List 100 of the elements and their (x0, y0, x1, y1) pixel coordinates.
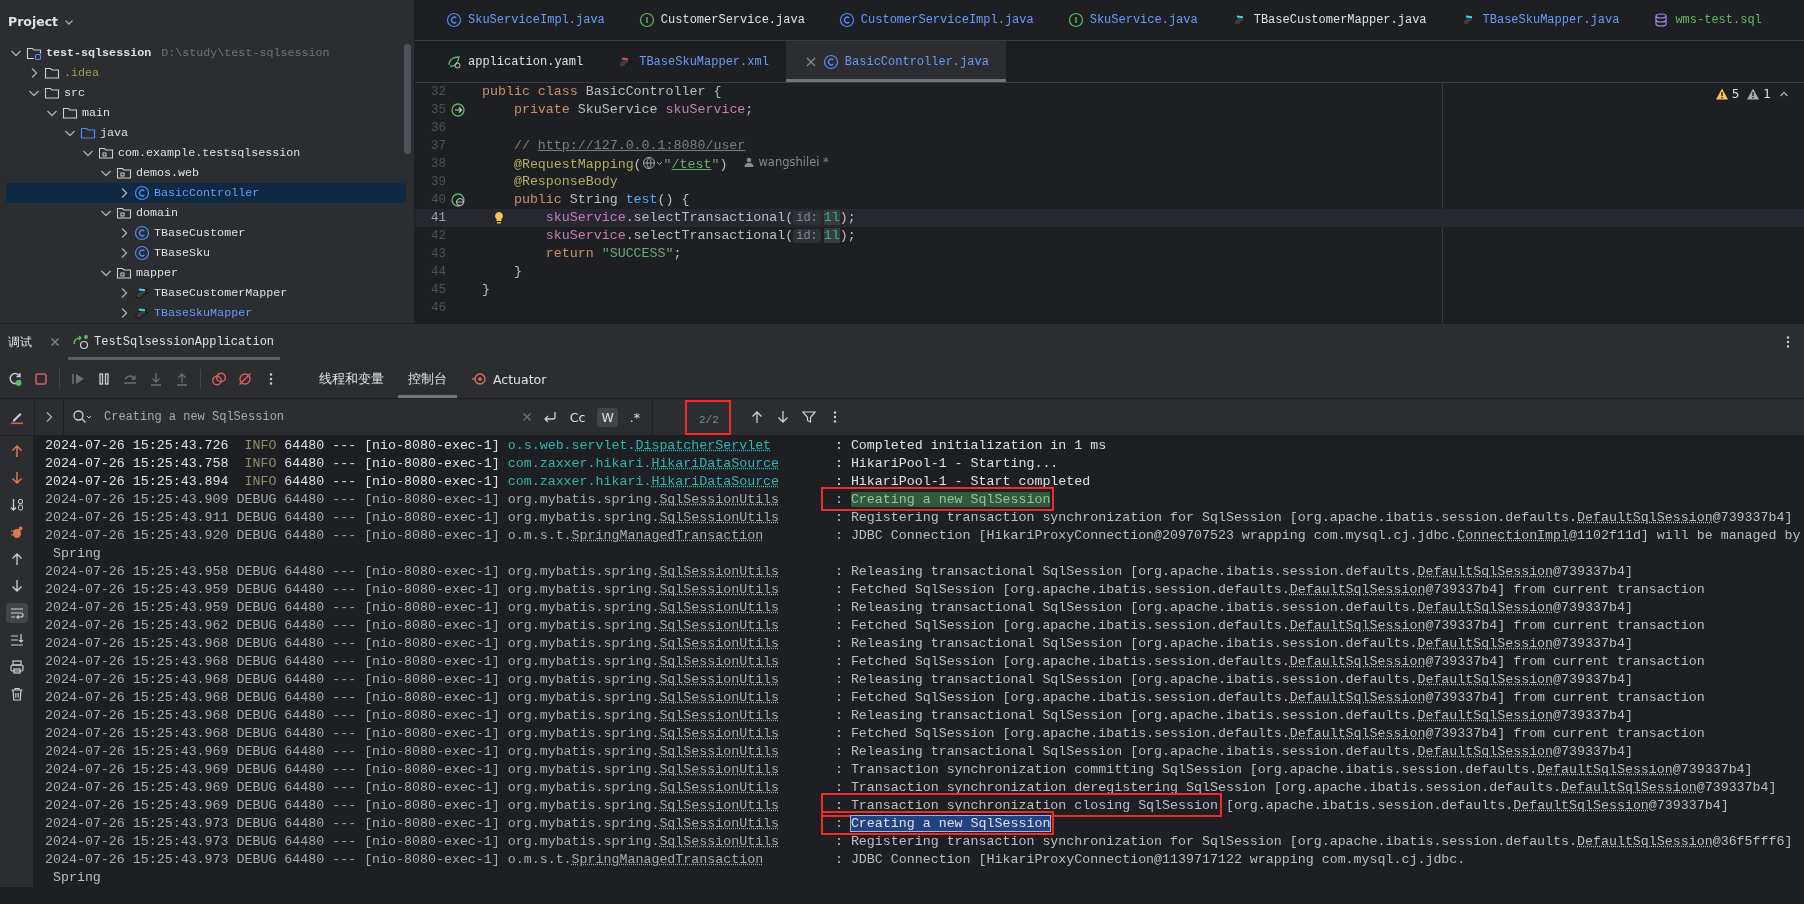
log-message: : Fetched SqlSession [org.apache.ibatis.session.defaults.DefaultSqlSession@739337b4] from current transaction (834, 581, 1705, 599)
folder-icon (44, 85, 60, 101)
class-icon (822, 53, 839, 70)
log-separator: --- (332, 527, 358, 545)
log-level: DEBUG (236, 779, 277, 797)
editor-tab[interactable]: CustomerServiceImpl.java (821, 0, 1051, 40)
view-tab[interactable]: 控制台 (398, 360, 457, 398)
editor-tab[interactable]: TBaseSkuMapper.java (1443, 0, 1637, 40)
editor-tab[interactable]: SkuService.java (1050, 0, 1215, 40)
bean-icon[interactable] (450, 102, 466, 118)
process-id: 64480 (284, 509, 326, 527)
stop-icon[interactable] (33, 371, 49, 387)
editor-tab[interactable]: TBaseSkuMapper.xml (600, 41, 786, 82)
tree-item[interactable]: java (6, 123, 406, 143)
session-tab[interactable]: TestSqlsessionApplication (68, 324, 281, 360)
project-path: D:\study\test-sqlsession (161, 46, 330, 60)
log-level: DEBUG (236, 671, 277, 689)
log-level: DEBUG (236, 689, 277, 707)
view-tab[interactable]: Actuator (461, 360, 557, 398)
search-field[interactable]: Creating a new SqlSession (104, 410, 512, 424)
search-option[interactable]: W (597, 407, 618, 427)
tree-item[interactable]: mapper (6, 263, 406, 283)
log-separator: --- (332, 455, 358, 473)
line-number: 41 (430, 211, 446, 225)
search-option[interactable]: .* (625, 407, 644, 427)
log-separator: --- (332, 743, 358, 761)
tree-item[interactable]: TBaseSkuMapper (6, 303, 406, 323)
log-separator: --- (332, 599, 358, 617)
thread-name: [nio-8080-exec-1] (364, 671, 501, 689)
tree-item[interactable]: demos.web (6, 163, 406, 183)
tree-item[interactable]: com.example.testsqlsession (6, 143, 406, 163)
thread-name: [nio-8080-exec-1] (364, 509, 501, 527)
log-message: : Registering transaction synchronization for SqlSession [org.apache.ibatis.session.defaults.DefaultSqlSession@36f5fff6] (834, 833, 1793, 851)
process-id: 64480 (284, 797, 326, 815)
log-message: Spring (52, 869, 101, 887)
editor-tab[interactable]: application.yaml (429, 41, 601, 82)
rerun-icon[interactable] (7, 371, 23, 387)
search-icon[interactable] (72, 409, 92, 425)
soft-wrap-icon[interactable] (5, 603, 28, 623)
pause-icon[interactable] (96, 371, 112, 387)
logger-name: org.mybatis.spring.SqlSessionUtils (507, 815, 781, 833)
tree-item[interactable]: src (6, 83, 406, 103)
thread-name: [nio-8080-exec-1] (364, 761, 501, 779)
logger-name: org.mybatis.spring.SqlSessionUtils (507, 743, 781, 761)
class-icon (134, 225, 150, 241)
editor-tab[interactable]: CustomerService.java (621, 0, 822, 40)
editor-tab[interactable]: SkuServiceImpl.java (429, 0, 622, 40)
tree-item[interactable]: .idea (6, 63, 406, 83)
target-icon (471, 371, 487, 387)
tree-item[interactable]: TBaseSku (6, 243, 406, 263)
logger-name: org.mybatis.spring.SqlSessionUtils (507, 671, 781, 689)
tree-item[interactable]: domain (6, 203, 406, 223)
logger-name: o.s.web.servlet.DispatcherServlet (507, 437, 773, 455)
log-level: INFO (243, 455, 277, 473)
code-line: public class BasicController { (482, 83, 722, 101)
logger-name: com.zaxxer.hikari.HikariDataSource (507, 455, 781, 473)
log-separator: --- (332, 779, 358, 797)
logger-name: org.mybatis.spring.SqlSessionUtils (507, 689, 781, 707)
tree-item[interactable]: BasicController (6, 183, 406, 203)
log-separator: --- (332, 761, 358, 779)
weak-warning-icon[interactable] (1746, 87, 1761, 101)
log-separator: --- (332, 671, 358, 689)
log-message: : Transaction synchronization deregistering SqlSession [org.apache.ibatis.session.defaults.DefaultSqlSession@739337b4] (834, 779, 1777, 797)
view-tab[interactable]: 线程和变量 (309, 360, 394, 398)
editor-tab[interactable]: BasicController.java (785, 41, 1006, 82)
log-timestamp: 2024-07-26 15:25:43.911 (45, 509, 230, 527)
class-icon (134, 245, 150, 261)
author-hint: wangshilei * (743, 154, 829, 169)
log-timestamp: 2024-07-26 15:25:43.968 (45, 689, 230, 707)
log-separator: --- (332, 815, 358, 833)
thread-name: [nio-8080-exec-1] (364, 707, 501, 725)
logger-name: org.mybatis.spring.SqlSessionUtils (507, 599, 781, 617)
tree-item[interactable]: test-sqlsession D:\study\test-sqlsession (6, 43, 406, 63)
logger-name: org.mybatis.spring.SqlSessionUtils (507, 761, 781, 779)
logger-name: o.m.s.t.SpringManagedTransaction (507, 851, 765, 869)
log-timestamp: 2024-07-26 15:25:43.894 (45, 473, 230, 491)
thread-name: [nio-8080-exec-1] (364, 851, 501, 869)
process-id: 64480 (284, 599, 326, 617)
process-id: 64480 (284, 635, 326, 653)
search-option[interactable]: Cc (565, 407, 590, 427)
filter-icon[interactable] (800, 409, 817, 425)
warning-count: 5 (1731, 87, 1740, 101)
panel-title[interactable]: Project (8, 14, 59, 29)
mute-breakpoints-icon[interactable] (237, 371, 253, 387)
scrollbar-thumb[interactable] (404, 44, 411, 154)
process-id: 64480 (284, 527, 326, 545)
log-level: INFO (243, 437, 277, 455)
log-separator: --- (332, 725, 358, 743)
thread-name: [nio-8080-exec-1] (364, 779, 501, 797)
tree-item[interactable]: TBaseCustomer (6, 223, 406, 243)
warning-icon[interactable] (1714, 87, 1729, 101)
tree-item[interactable]: main (6, 103, 406, 123)
editor-tab[interactable]: wms-test.sql (1636, 0, 1779, 40)
source-folder-icon (80, 125, 96, 141)
code-line: // http://127.0.0.1:8080/user (512, 137, 746, 155)
breakpoints-icon[interactable] (211, 371, 227, 387)
process-id: 64480 (284, 671, 326, 689)
log-separator: --- (332, 797, 358, 815)
editor-tab[interactable]: TBaseCustomerMapper.java (1214, 0, 1444, 40)
tree-item[interactable]: TBaseCustomerMapper (6, 283, 406, 303)
